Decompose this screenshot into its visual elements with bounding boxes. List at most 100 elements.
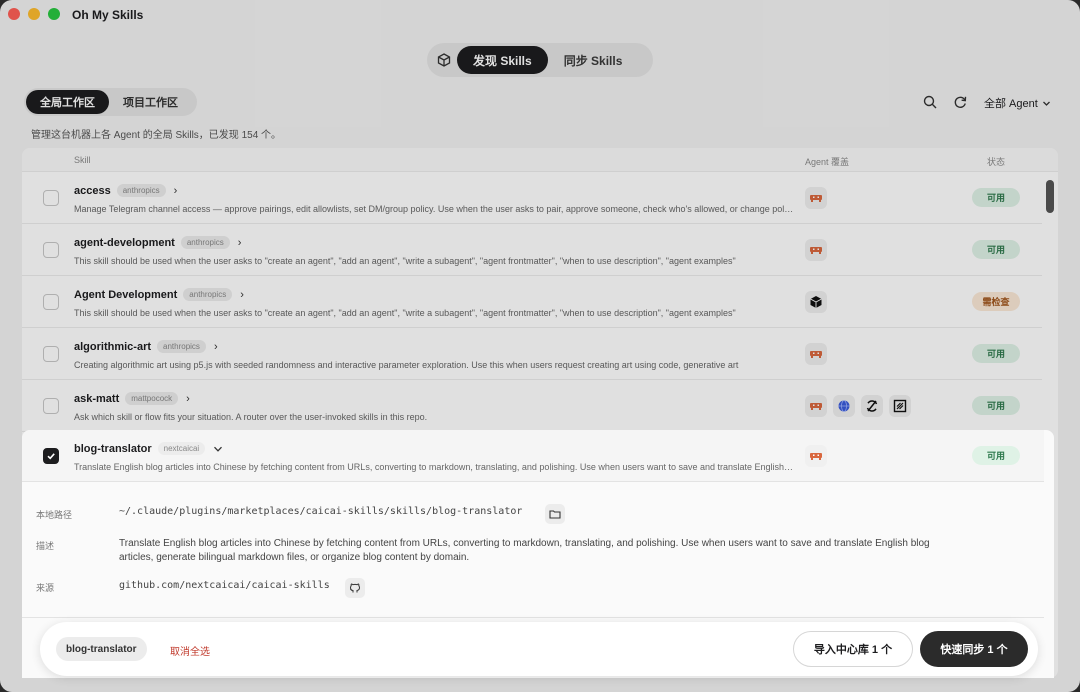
skill-name: algorithmic-art — [74, 340, 152, 353]
github-icon — [349, 583, 361, 593]
folder-icon — [549, 510, 561, 519]
table-row[interactable]: Agent Development anthropics › This skil… — [22, 276, 1042, 328]
chevron-down-icon[interactable] — [213, 444, 223, 454]
skill-detail: 本地路径 ~/.claude/plugins/marketplaces/caic… — [22, 484, 1044, 618]
row-checkbox[interactable] — [43, 294, 59, 310]
row-checkbox[interactable] — [43, 346, 59, 362]
frame-icon — [889, 395, 911, 417]
agent-coverage — [805, 445, 827, 467]
status-badge: 需检查 — [972, 292, 1020, 311]
source-tag: anthropics — [180, 236, 230, 249]
table-row[interactable]: access anthropics › Manage Telegram chan… — [22, 172, 1042, 224]
checkmark-icon — [47, 453, 55, 460]
deselect-all-link[interactable]: 取消全选 — [170, 643, 210, 658]
scope-segmented-control: 全局工作区 项目工作区 — [24, 88, 197, 116]
skill-description: Creating algorithmic art using p5.js wit… — [74, 360, 739, 370]
tab-global-workspace[interactable]: 全局工作区 — [26, 90, 109, 114]
globe-icon — [833, 395, 855, 417]
column-header-status: 状态 — [987, 157, 1006, 167]
table-row[interactable]: agent-development anthropics › This skil… — [22, 224, 1042, 276]
claude-icon — [805, 239, 827, 261]
agent-filter-label: 全部 Agent — [984, 98, 1038, 110]
chevron-right-icon[interactable]: › — [238, 237, 242, 249]
source-tag: anthropics — [183, 288, 233, 301]
table-header: Skill Agent 覆盖 状态 — [22, 148, 1058, 172]
selection-action-bar: blog-translator 取消全选 导入中心库 1 个 快速同步 1 个 — [40, 622, 1038, 676]
source-url: github.com/nextcaicai/caicai-skills — [119, 580, 330, 591]
skill-description: Ask which skill or flow fits your situat… — [74, 412, 428, 422]
status-badge: 可用 — [972, 446, 1020, 465]
scrollbar-thumb[interactable] — [1046, 180, 1054, 213]
agent-coverage — [805, 395, 911, 417]
refresh-icon[interactable] — [951, 93, 969, 111]
agent-coverage — [805, 239, 827, 261]
chevron-right-icon[interactable]: › — [174, 185, 178, 197]
close-window-button[interactable] — [8, 8, 20, 20]
search-icon[interactable] — [921, 93, 939, 111]
maximize-window-button[interactable] — [48, 8, 60, 20]
status-badge: 可用 — [972, 188, 1020, 207]
status-badge: 可用 — [972, 396, 1020, 415]
claude-icon — [805, 445, 827, 467]
chevron-down-icon — [1042, 101, 1050, 106]
agent-coverage — [805, 343, 827, 365]
row-checkbox[interactable] — [43, 398, 59, 414]
column-header-agents: Agent 覆盖 — [805, 157, 850, 167]
agent-coverage — [805, 187, 827, 209]
skill-description: This skill should be used when the user … — [74, 308, 736, 318]
skill-name-group: agent-development anthropics › — [74, 236, 241, 249]
column-header-skill: Skill — [74, 155, 91, 165]
tab-sync-skills[interactable]: 同步 Skills — [548, 46, 639, 74]
description-line-1: Translate English blog articles into Chi… — [119, 538, 930, 549]
source-tag: nextcaicai — [157, 442, 206, 455]
cube-icon[interactable] — [431, 47, 457, 73]
chevron-right-icon[interactable]: › — [186, 393, 190, 405]
tab-project-workspace[interactable]: 项目工作区 — [109, 90, 192, 114]
source-tag: anthropics — [116, 184, 166, 197]
chevron-right-icon[interactable]: › — [214, 341, 218, 353]
local-path: ~/.claude/plugins/marketplaces/caicai-sk… — [119, 506, 523, 517]
app-window: Oh My Skills 发现 Skills 同步 Skills 全局工作区 项… — [0, 0, 1080, 692]
minimize-window-button[interactable] — [28, 8, 40, 20]
selected-skill-chip[interactable]: blog-translator — [56, 637, 147, 661]
skill-name-group: blog-translator nextcaicai — [74, 442, 223, 455]
source-tag: anthropics — [157, 340, 206, 353]
source-label: 来源 — [36, 583, 55, 593]
title-bar: Oh My Skills — [0, 0, 1080, 30]
chevron-right-icon[interactable]: › — [240, 289, 244, 301]
quick-sync-button[interactable]: 快速同步 1 个 — [920, 631, 1028, 667]
description-line-2: articles, generate bilingual markdown fi… — [119, 552, 470, 563]
row-checkbox-checked[interactable] — [43, 448, 59, 464]
agent-filter-dropdown[interactable]: 全部 Agent — [984, 95, 1051, 111]
skill-name-group: Agent Development anthropics › — [74, 288, 244, 301]
claude-icon — [805, 343, 827, 365]
agent-coverage — [805, 291, 827, 313]
row-checkbox[interactable] — [43, 190, 59, 206]
status-badge: 可用 — [972, 344, 1020, 363]
skill-name: agent-development — [74, 236, 175, 249]
table-row-selected[interactable]: blog-translator nextcaicai Translate Eng… — [22, 430, 1044, 482]
source-tag: mattpocock — [125, 392, 179, 405]
github-button[interactable] — [345, 578, 365, 598]
top-segmented-control: 发现 Skills 同步 Skills — [427, 43, 653, 77]
skill-name: blog-translator — [74, 442, 152, 455]
page-subtitle: 管理这台机器上各 Agent 的全局 Skills，已发现 154 个。 — [31, 130, 282, 141]
import-to-library-button[interactable]: 导入中心库 1 个 — [793, 631, 913, 667]
claude-icon — [805, 395, 827, 417]
table-row[interactable]: ask-matt mattpocock › Ask which skill or… — [22, 380, 1042, 432]
skill-description: Translate English blog articles into Chi… — [74, 462, 794, 472]
cube-icon — [805, 291, 827, 313]
skill-name: Agent Development — [74, 288, 178, 301]
table-row[interactable]: algorithmic-art anthropics › Creating al… — [22, 328, 1042, 380]
app-title: Oh My Skills — [72, 8, 144, 22]
sync-icon — [861, 395, 883, 417]
description-label: 描述 — [36, 541, 55, 551]
path-label: 本地路径 — [36, 510, 73, 520]
row-checkbox[interactable] — [43, 242, 59, 258]
status-badge: 可用 — [972, 240, 1020, 259]
skill-description: This skill should be used when the user … — [74, 256, 736, 266]
tab-discover-skills[interactable]: 发现 Skills — [457, 46, 548, 74]
claude-icon — [805, 187, 827, 209]
open-folder-button[interactable] — [545, 504, 565, 524]
skill-name-group: algorithmic-art anthropics › — [74, 340, 218, 353]
